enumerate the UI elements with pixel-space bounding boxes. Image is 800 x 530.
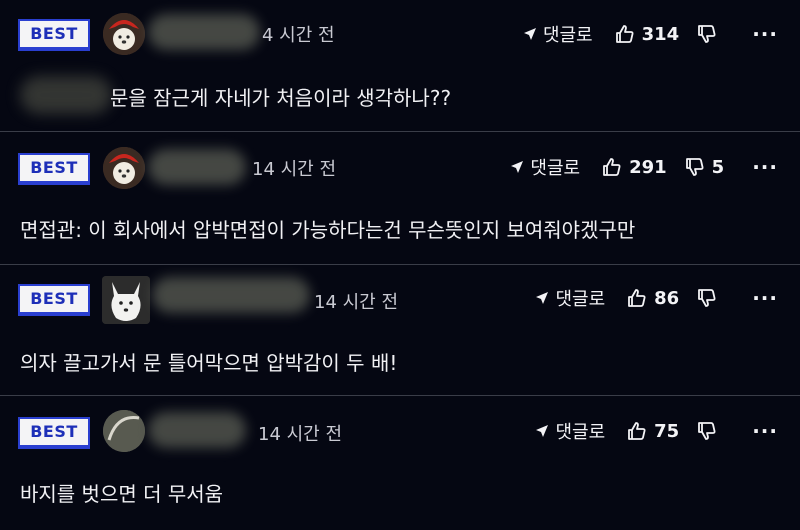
timestamp: 14 시간 전	[258, 424, 343, 445]
avatar[interactable]	[102, 276, 150, 324]
best-badge: BEST	[18, 284, 90, 316]
like-button[interactable]: 291	[602, 157, 667, 178]
text-redacted	[20, 76, 112, 114]
comment-actions: 댓글로 291 5 ···	[510, 152, 778, 182]
dislike-button[interactable]	[697, 421, 724, 441]
reply-label: 댓글로	[555, 289, 606, 310]
thumbs-down-icon	[698, 289, 716, 307]
thumbs-down-icon	[698, 422, 716, 440]
thumbs-up-icon	[628, 289, 646, 307]
timestamp: 4 시간 전	[262, 25, 335, 46]
comment-text: 면접관: 이 회사에서 압박면접이 가능하다는건 무슨뜻인지 보여줘야겠구만	[20, 218, 636, 242]
reply-label: 댓글로	[555, 422, 606, 443]
best-badge: BEST	[18, 417, 90, 449]
timestamp: 14 시간 전	[252, 159, 337, 180]
comment-actions: 댓글로 86 ···	[535, 283, 778, 313]
timestamp: 14 시간 전	[314, 292, 399, 313]
reply-label: 댓글로	[530, 158, 581, 179]
more-options-button[interactable]: ···	[752, 22, 778, 46]
reply-arrow-icon	[511, 161, 524, 173]
avatar[interactable]	[103, 147, 145, 189]
comment-text: 바지를 벗으면 더 무서움	[20, 482, 224, 506]
username-redacted	[152, 277, 310, 313]
avatar[interactable]	[103, 13, 145, 55]
like-button[interactable]: 314	[615, 23, 680, 45]
more-options-button[interactable]: ···	[752, 155, 778, 179]
comment-item: BEST 14 시간 전 댓글로 291 5 ··· 면접관: 이 회사에서 압…	[0, 132, 800, 265]
like-button[interactable]: 86	[627, 288, 679, 309]
username-redacted	[148, 14, 260, 50]
like-count: 291	[629, 156, 667, 178]
reply-button[interactable]: 댓글로	[535, 418, 605, 444]
comment-item: BEST 14 시간 전 댓글로 75 ··· 바지를 벗으면 더 무서움	[0, 396, 800, 530]
more-dots-icon: ···	[752, 155, 778, 179]
like-button[interactable]: 75	[627, 421, 679, 442]
thumbs-up-icon	[603, 158, 621, 176]
more-options-button[interactable]: ···	[752, 286, 778, 310]
dislike-count: 5	[711, 156, 725, 178]
dislike-button[interactable]: 5	[685, 156, 725, 178]
like-count: 314	[641, 23, 680, 45]
like-count: 75	[654, 420, 680, 442]
reply-arrow-icon	[536, 425, 549, 437]
reply-arrow-icon	[523, 28, 536, 40]
thumbs-up-icon	[615, 25, 634, 43]
reply-button[interactable]: 댓글로	[510, 154, 580, 180]
username-redacted	[148, 412, 246, 448]
more-dots-icon: ···	[752, 22, 778, 46]
reply-label: 댓글로	[542, 25, 593, 46]
reply-button[interactable]: 댓글로	[523, 21, 593, 47]
best-badge: BEST	[18, 153, 90, 185]
comment-item: BEST 14 시간 전 댓글로 86 ··· 의자 끌고가서 문 틀어막으면 …	[0, 265, 800, 396]
dislike-button[interactable]	[697, 288, 724, 308]
comment-text: 문을 잠근게 자네가 처음이라 생각하나??	[110, 86, 452, 110]
more-dots-icon: ···	[752, 286, 778, 310]
thumbs-down-icon	[698, 25, 716, 43]
avatar[interactable]	[103, 410, 145, 452]
reply-arrow-icon	[536, 292, 549, 304]
thumbs-down-icon	[685, 158, 704, 176]
reply-button[interactable]: 댓글로	[535, 285, 605, 311]
username-redacted	[148, 149, 246, 185]
comment-actions: 댓글로 75 ···	[535, 416, 778, 446]
comment-item: BEST 4 시간 전 댓글로 314 ··· 문을 잠근게 자네가 처음이라	[0, 0, 800, 132]
dislike-button[interactable]	[697, 24, 724, 44]
comment-actions: 댓글로 314 ···	[523, 19, 778, 49]
thumbs-up-icon	[628, 422, 646, 440]
comment-text: 의자 끌고가서 문 틀어막으면 압박감이 두 배!	[20, 351, 398, 375]
like-count: 86	[654, 287, 680, 309]
more-options-button[interactable]: ···	[752, 419, 778, 443]
more-dots-icon: ···	[752, 419, 778, 443]
best-badge: BEST	[18, 19, 90, 51]
